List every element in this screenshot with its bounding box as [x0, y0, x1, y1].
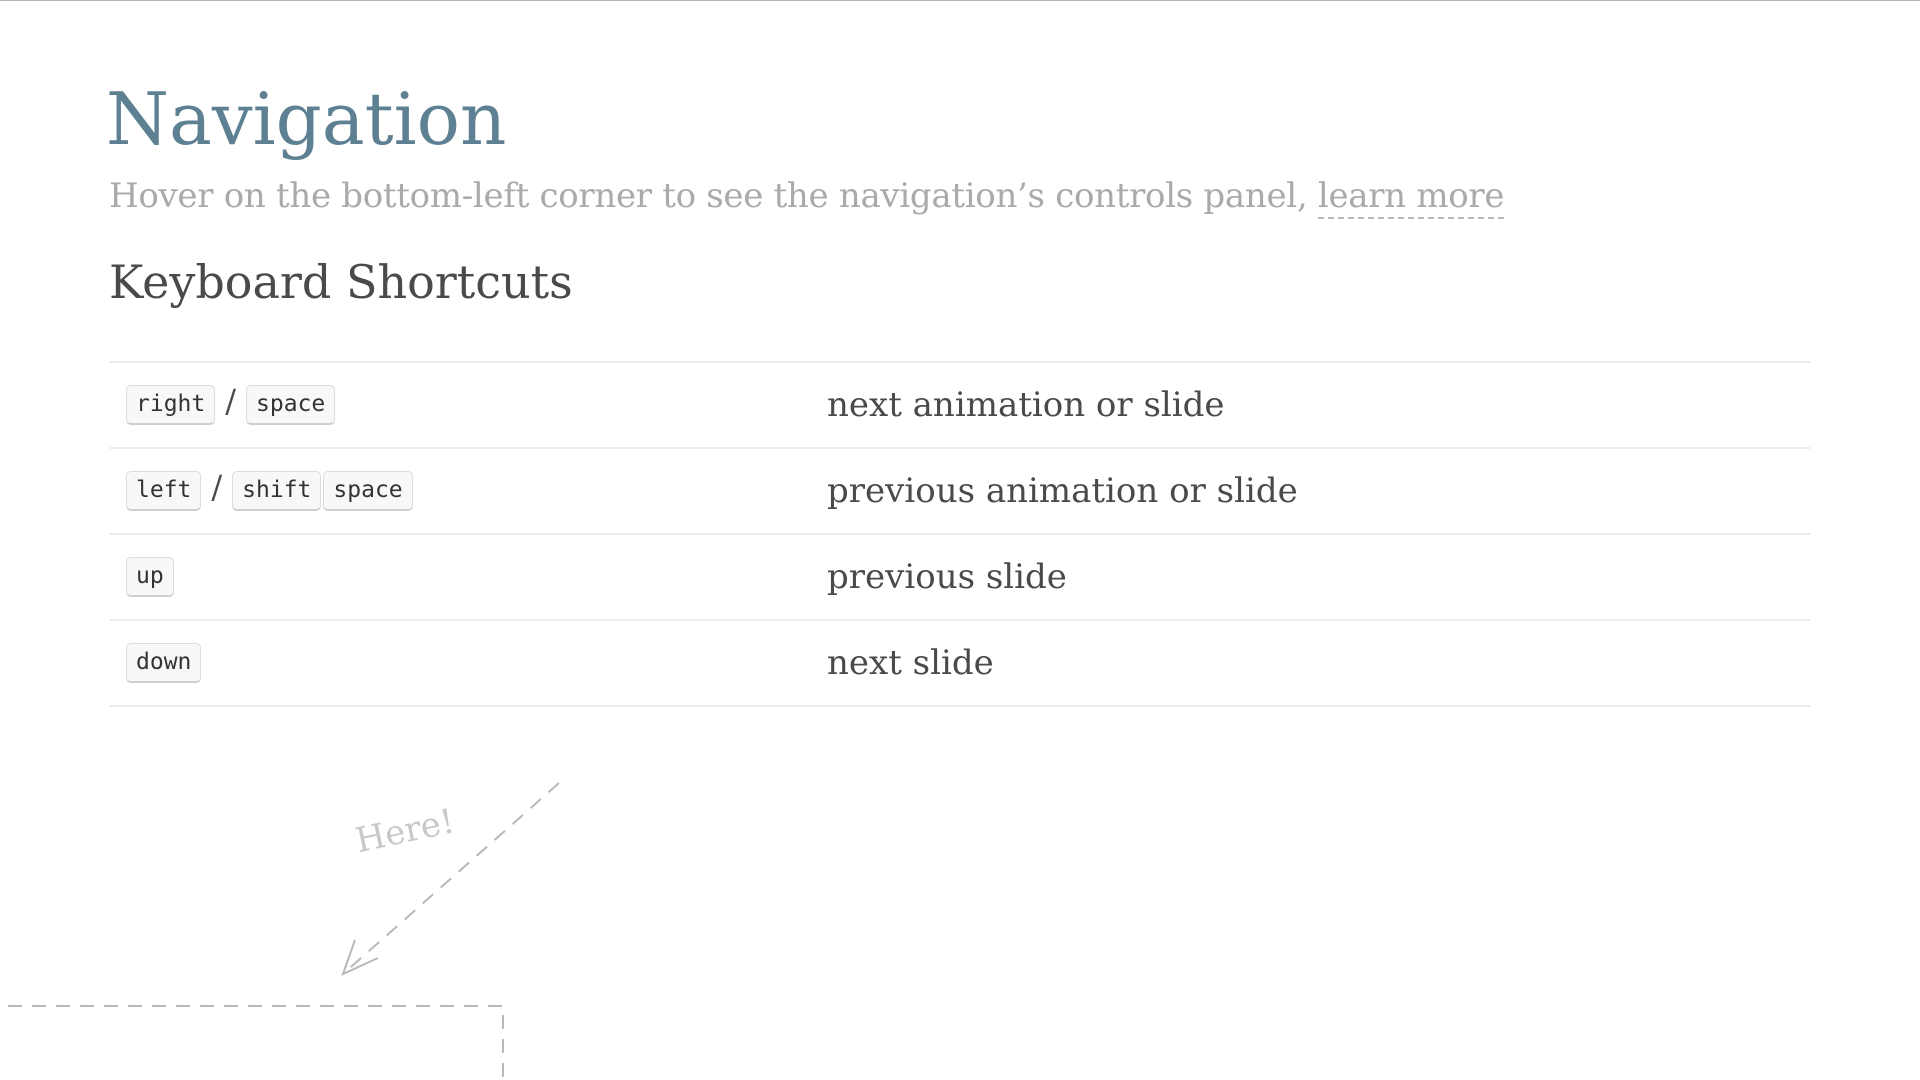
shortcut-keys: right / space — [126, 363, 337, 447]
table-row: up previous slide — [110, 535, 1810, 621]
subtitle-text: Hover on the bottom-left corner to see t… — [109, 176, 1318, 216]
hint-label: Here! — [352, 801, 458, 862]
shortcut-description: next slide — [827, 643, 994, 683]
key-separator: / — [225, 382, 237, 420]
shortcut-description: previous animation or slide — [827, 471, 1298, 511]
shortcut-keys: up — [126, 535, 176, 619]
table-row: down next slide — [110, 621, 1810, 707]
learn-more-link[interactable]: learn more — [1317, 176, 1505, 219]
key-space: space — [323, 471, 413, 511]
hint-arrow-line — [342, 782, 560, 975]
controls-panel-outline — [8, 1005, 504, 1080]
key-separator: / — [211, 468, 223, 506]
hint-arrow-head-icon — [341, 939, 379, 976]
shortcuts-table: right / space next animation or slide le… — [110, 361, 1810, 707]
shortcut-description: previous slide — [827, 557, 1067, 597]
shortcut-keys: left / shift space — [126, 449, 415, 533]
key-left: left — [126, 471, 202, 511]
section-title: Keyboard Shortcuts — [109, 255, 573, 309]
table-row: left / shift space previous animation or… — [110, 449, 1810, 535]
shortcut-description: next animation or slide — [827, 385, 1225, 425]
key-right: right — [126, 385, 216, 425]
page-title: Navigation — [106, 77, 507, 161]
key-shift: shift — [232, 471, 322, 511]
table-row: right / space next animation or slide — [110, 363, 1810, 449]
key-down: down — [126, 643, 202, 683]
shortcut-keys: down — [126, 621, 203, 705]
key-up: up — [126, 557, 174, 597]
slide: Navigation Hover on the bottom-left corn… — [0, 0, 1920, 1080]
key-space: space — [246, 385, 336, 425]
page-subtitle: Hover on the bottom-left corner to see t… — [109, 172, 1505, 220]
